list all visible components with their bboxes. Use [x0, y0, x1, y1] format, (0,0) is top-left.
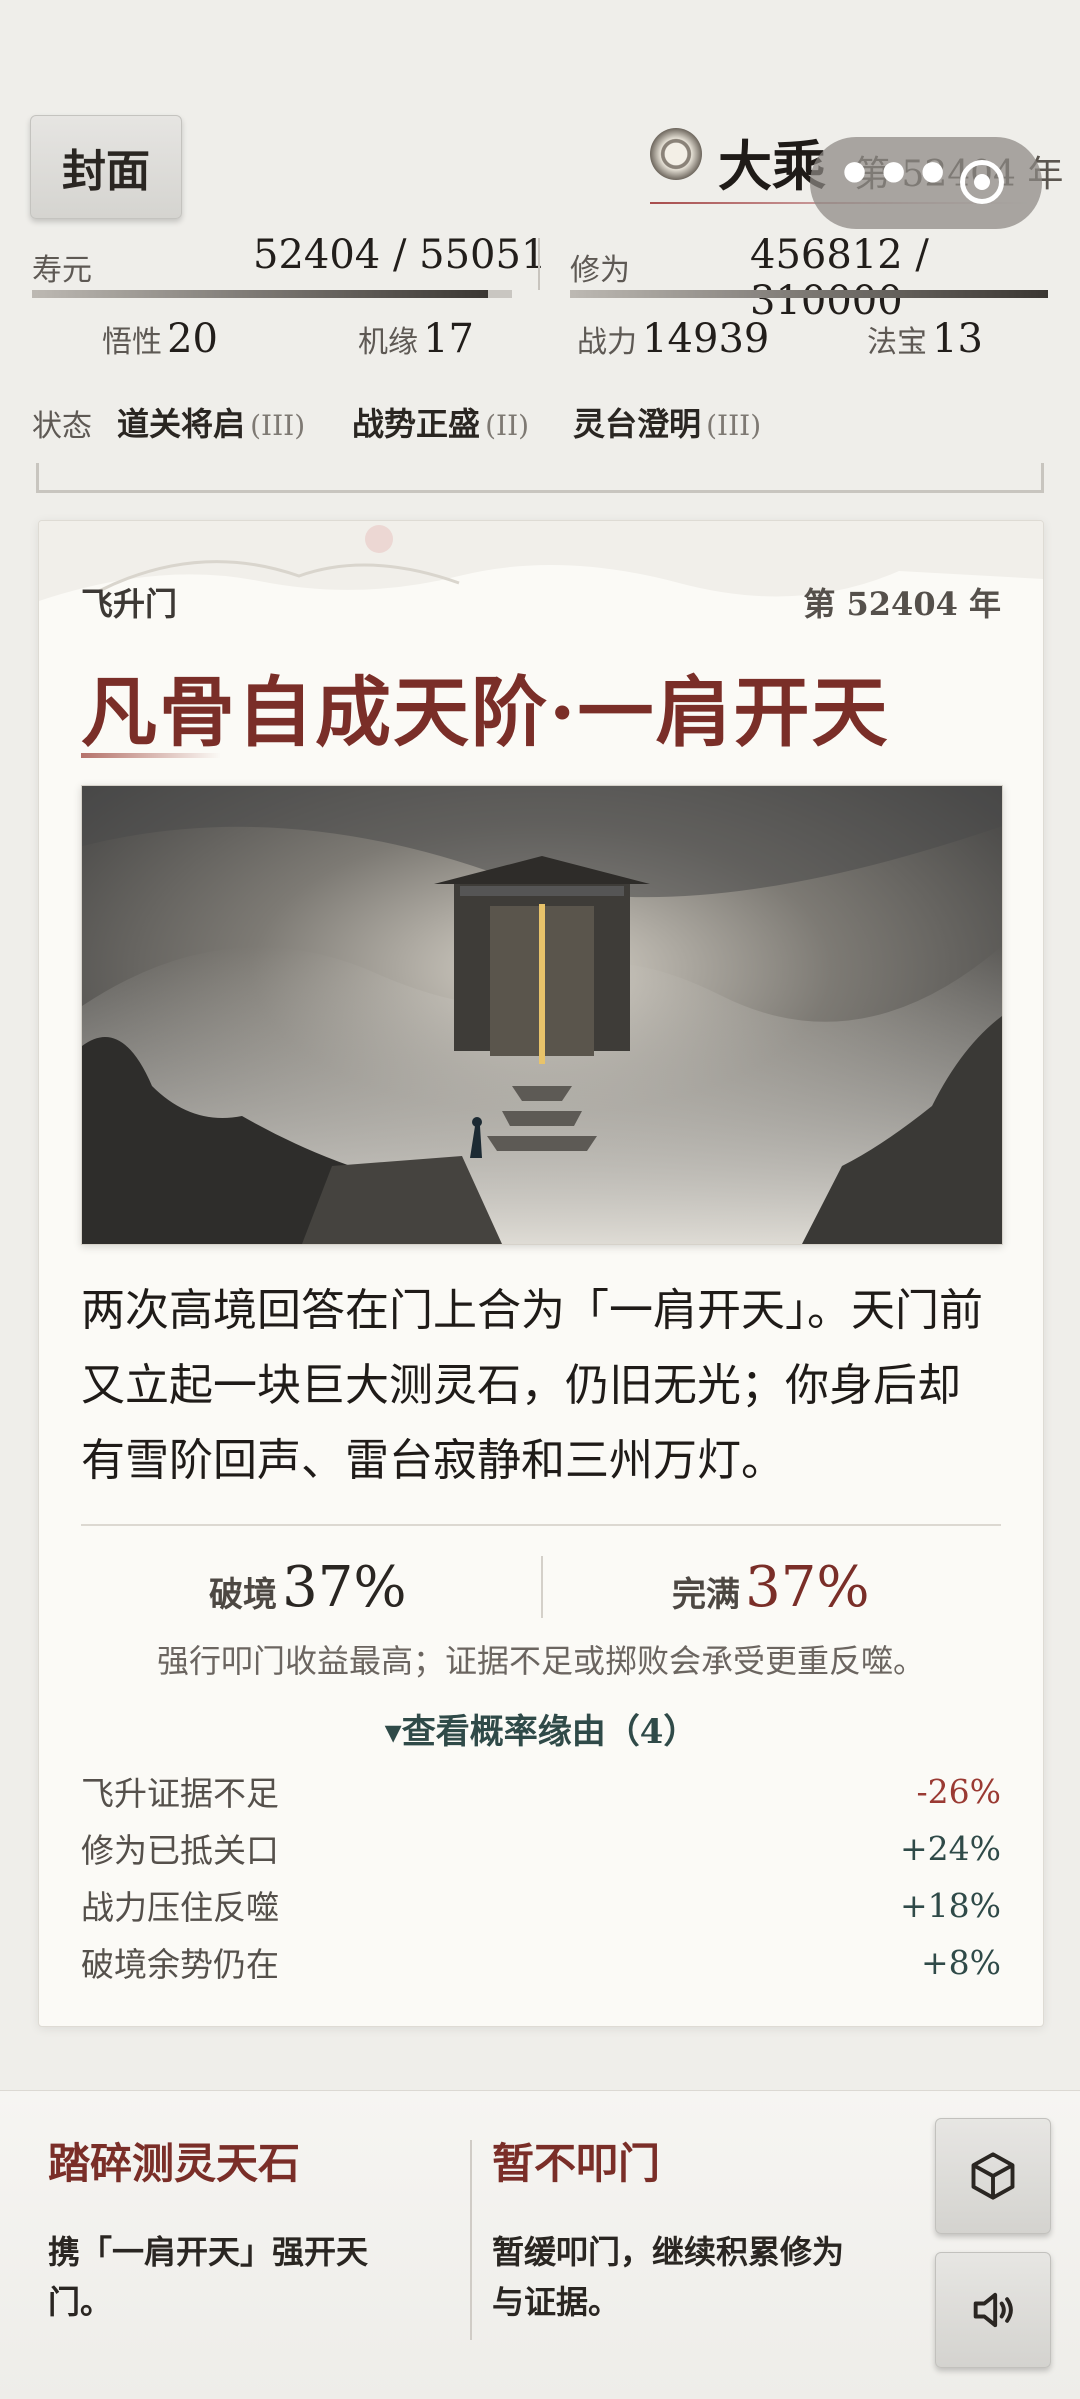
cube-icon — [971, 2152, 1015, 2200]
choice-title: 暂不叩门 — [492, 2139, 661, 2188]
status-level: (III) — [250, 409, 306, 442]
reason-value: +24% — [900, 1828, 1001, 1868]
status-name: 战势正盛 — [352, 405, 481, 443]
attr-value: 17 — [423, 316, 474, 362]
choice-description: 暂缓叩门，继续积累修为 与证据。 — [492, 2227, 912, 2327]
reason-value: +8% — [920, 1942, 1001, 1982]
breakthrough-label: 破境 — [209, 1575, 277, 1615]
reason-value: +18% — [900, 1885, 1001, 1925]
lifespan-bar-fill — [32, 290, 488, 298]
attr-fortune: 机缘 17 — [358, 316, 474, 362]
status-item[interactable]: 道关将启 (III) — [117, 399, 305, 445]
attr-value: 20 — [167, 316, 218, 362]
status-name: 灵台澄明 — [573, 405, 702, 443]
attr-comprehension: 悟性 20 — [102, 316, 218, 362]
choice-desc-line: 与证据。 — [492, 2283, 621, 2321]
reason-label: 战力压住反噬 — [81, 1888, 279, 1927]
description-divider — [81, 1524, 1001, 1526]
description-line: 有雪阶回声、雷台寂静和三州万灯。 — [81, 1435, 785, 1486]
stats-divider — [538, 238, 540, 290]
event-title: 凡骨自成天阶·一肩开天 — [81, 668, 890, 757]
status-name: 道关将启 — [117, 405, 246, 443]
lifespan-label: 寿元 — [32, 253, 92, 288]
choice-shatter-stone[interactable]: 踏碎测灵天石 携「一肩开天」强开天 门。 — [48, 2130, 448, 2327]
perfection-value: 37% — [745, 1555, 870, 1620]
status-level: (II) — [485, 409, 530, 442]
description-line: 又立起一块巨大测灵石，仍旧无光；你身后却 — [81, 1360, 961, 1411]
lifespan-bar — [32, 290, 512, 298]
choice-desc-line: 暂缓叩门，继续积累修为 — [492, 2233, 845, 2271]
attr-label: 机缘 — [358, 325, 418, 360]
attr-treasures: 法宝 13 — [867, 316, 983, 362]
reason-row: 飞升证据不足 -26% — [81, 1764, 1001, 1818]
sect-name: 飞升门 — [81, 585, 178, 623]
speaker-icon — [973, 2292, 1013, 2328]
cover-button[interactable]: 封面 — [30, 115, 182, 219]
attr-label: 法宝 — [867, 325, 927, 360]
cultivation-bar — [570, 290, 1048, 298]
cultivation-label: 修为 — [570, 253, 630, 288]
reason-row: 战力压住反噬 +18% — [81, 1878, 1001, 1932]
realm-emblem-icon — [650, 128, 702, 180]
reason-row: 修为已抵关口 +24% — [81, 1821, 1001, 1875]
probability-divider — [541, 1556, 543, 1618]
choice-title: 踏碎测灵天石 — [48, 2139, 301, 2188]
lifespan-value: 52404 / 55051 — [253, 232, 547, 278]
choice-description: 携「一肩开天」强开天 门。 — [48, 2227, 448, 2327]
attr-value: 13 — [932, 316, 983, 362]
reason-label: 破境余势仍在 — [81, 1945, 279, 1984]
header-frame-divider — [36, 463, 1044, 493]
choice-divider — [470, 2140, 472, 2340]
event-description: 两次高境回答在门上合为「一肩开天」。天门前 又立起一块巨大测灵石，仍旧无光；你身… — [81, 1273, 1011, 1498]
reason-row: 破境余势仍在 +8% — [81, 1935, 1001, 1989]
sound-button[interactable] — [935, 2252, 1051, 2368]
perfection-probability: 完满 37% — [672, 1555, 870, 1620]
more-menu-icon[interactable]: ••• — [836, 140, 953, 208]
description-line: 两次高境回答在门上合为「一肩开天」。天门前 — [81, 1285, 983, 1336]
status-item[interactable]: 战势正盛 (II) — [352, 399, 529, 445]
reason-value: -26% — [916, 1771, 1002, 1811]
cultivation-value: 456812 / 310000 — [750, 232, 929, 324]
attr-label: 悟性 — [102, 325, 162, 360]
close-target-icon[interactable] — [960, 160, 1004, 204]
attr-value: 14939 — [642, 316, 770, 362]
perfection-label: 完满 — [672, 1575, 740, 1615]
attr-combat-power: 战力 14939 — [577, 316, 769, 362]
attr-label: 战力 — [577, 325, 637, 360]
probability-reasons-toggle[interactable]: ▾查看概率缘由（4） — [39, 1704, 1043, 1753]
status-item[interactable]: 灵台澄明 (III) — [573, 399, 761, 445]
status-level: (III) — [706, 409, 762, 442]
heaven-gate-illustration — [81, 785, 1003, 1245]
cultivation-bar-fill — [570, 290, 1048, 298]
reason-label: 修为已抵关口 — [81, 1831, 279, 1870]
choice-desc-line: 携「一肩开天」强开天 — [48, 2233, 369, 2271]
choice-desc-line: 门。 — [48, 2283, 113, 2321]
event-year: 第 52404 年 — [803, 585, 1001, 623]
reason-label: 飞升证据不足 — [81, 1774, 279, 1813]
title-underline — [81, 753, 221, 758]
risk-hint: 强行叩门收益最高；证据不足或掷败会承受更重反噬。 — [156, 1642, 925, 1680]
status-label: 状态 — [32, 409, 92, 444]
inventory-button[interactable] — [935, 2118, 1051, 2234]
breakthrough-value: 37% — [282, 1555, 407, 1620]
event-card: 飞升门 第 52404 年 凡骨自成天阶·一肩开天 两次高境回答在门上合为「一肩… — [38, 520, 1044, 2027]
breakthrough-probability: 破境 37% — [209, 1555, 407, 1620]
choice-wait[interactable]: 暂不叩门 暂缓叩门，继续积累修为 与证据。 — [492, 2130, 912, 2327]
